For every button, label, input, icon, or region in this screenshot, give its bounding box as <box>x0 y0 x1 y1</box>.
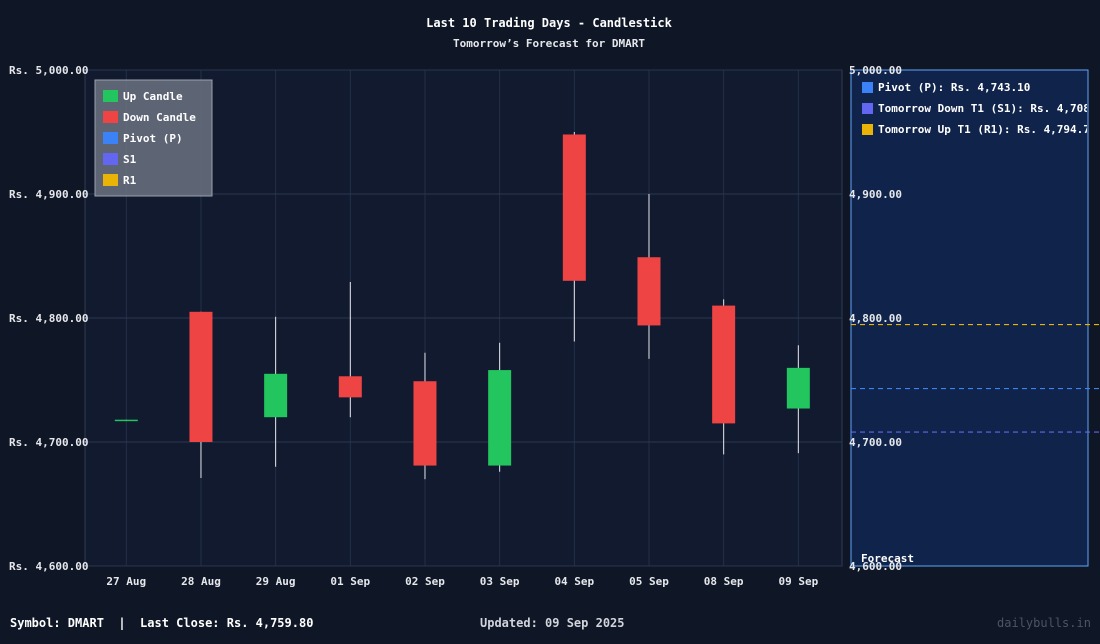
down-candle <box>413 381 437 466</box>
x-tick-label: 28 Aug <box>181 575 221 588</box>
x-tick-label: 27 Aug <box>106 575 146 588</box>
chart-subtitle: Tomorrow’s Forecast for DMART <box>453 37 645 50</box>
chart-title: Last 10 Trading Days - Candlestick <box>426 16 672 30</box>
down-candle <box>562 134 586 281</box>
up-candle <box>114 419 138 422</box>
x-tick-label: 03 Sep <box>480 575 520 588</box>
footer-symbol-close: Symbol: DMART | Last Close: Rs. 4,759.80 <box>10 616 314 630</box>
x-tick-label: 02 Sep <box>405 575 445 588</box>
forecast-legend-swatch <box>862 103 873 114</box>
legend-label: Down Candle <box>123 111 196 124</box>
up-candle <box>786 367 810 409</box>
forecast-legend-label: Tomorrow Down T1 (S1): Rs. 4,708 <box>878 102 1090 115</box>
forecast-legend-label: Pivot (P): Rs. 4,743.10 <box>878 81 1030 94</box>
y-tick-label-right: 4,900.00 <box>849 188 902 201</box>
forecast-legend-label: Tomorrow Up T1 (R1): Rs. 4,794.7 <box>878 123 1090 136</box>
y-tick-label-right: 4,800.00 <box>849 312 902 325</box>
candlestick-chart: Last 10 Trading Days - Candlestick Tomor… <box>9 16 1100 588</box>
y-tick-label: Rs. 4,800.00 <box>9 312 88 325</box>
x-tick-label: 01 Sep <box>330 575 370 588</box>
chart-stage: Last 10 Trading Days - Candlestick Tomor… <box>0 0 1100 640</box>
x-tick-label: 05 Sep <box>629 575 669 588</box>
y-tick-label: Rs. 4,900.00 <box>9 188 88 201</box>
legend-label: S1 <box>123 153 137 166</box>
legend-label: Up Candle <box>123 90 183 103</box>
down-candle <box>637 257 661 326</box>
legend-label: R1 <box>123 174 137 187</box>
up-candle <box>264 373 288 418</box>
y-tick-label: Rs. 4,600.00 <box>9 560 88 573</box>
up-candle <box>488 370 512 466</box>
legend-swatch <box>103 90 118 102</box>
forecast-legend-swatch <box>862 124 873 135</box>
legend-swatch <box>103 174 118 186</box>
y-tick-label: Rs. 4,700.00 <box>9 436 88 449</box>
forecast-panel-title: Forecast <box>861 552 914 565</box>
legend-swatch <box>103 132 118 144</box>
down-candle <box>712 305 736 424</box>
footer-updated: Updated: 09 Sep 2025 <box>480 616 625 630</box>
y-tick-label: Rs. 5,000.00 <box>9 64 88 77</box>
y-tick-label-right: 5,000.00 <box>849 64 902 77</box>
down-candle <box>338 376 362 398</box>
x-tick-label: 08 Sep <box>704 575 744 588</box>
down-candle <box>189 311 213 442</box>
x-tick-label: 29 Aug <box>256 575 296 588</box>
legend-label: Pivot (P) <box>123 132 183 145</box>
footer-brand: dailybulls.in <box>997 616 1091 630</box>
x-tick-label: 04 Sep <box>554 575 594 588</box>
forecast-legend-swatch <box>862 82 873 93</box>
legend-swatch <box>103 111 118 123</box>
y-tick-label-right: 4,700.00 <box>849 436 902 449</box>
legend-swatch <box>103 153 118 165</box>
x-tick-label: 09 Sep <box>778 575 818 588</box>
